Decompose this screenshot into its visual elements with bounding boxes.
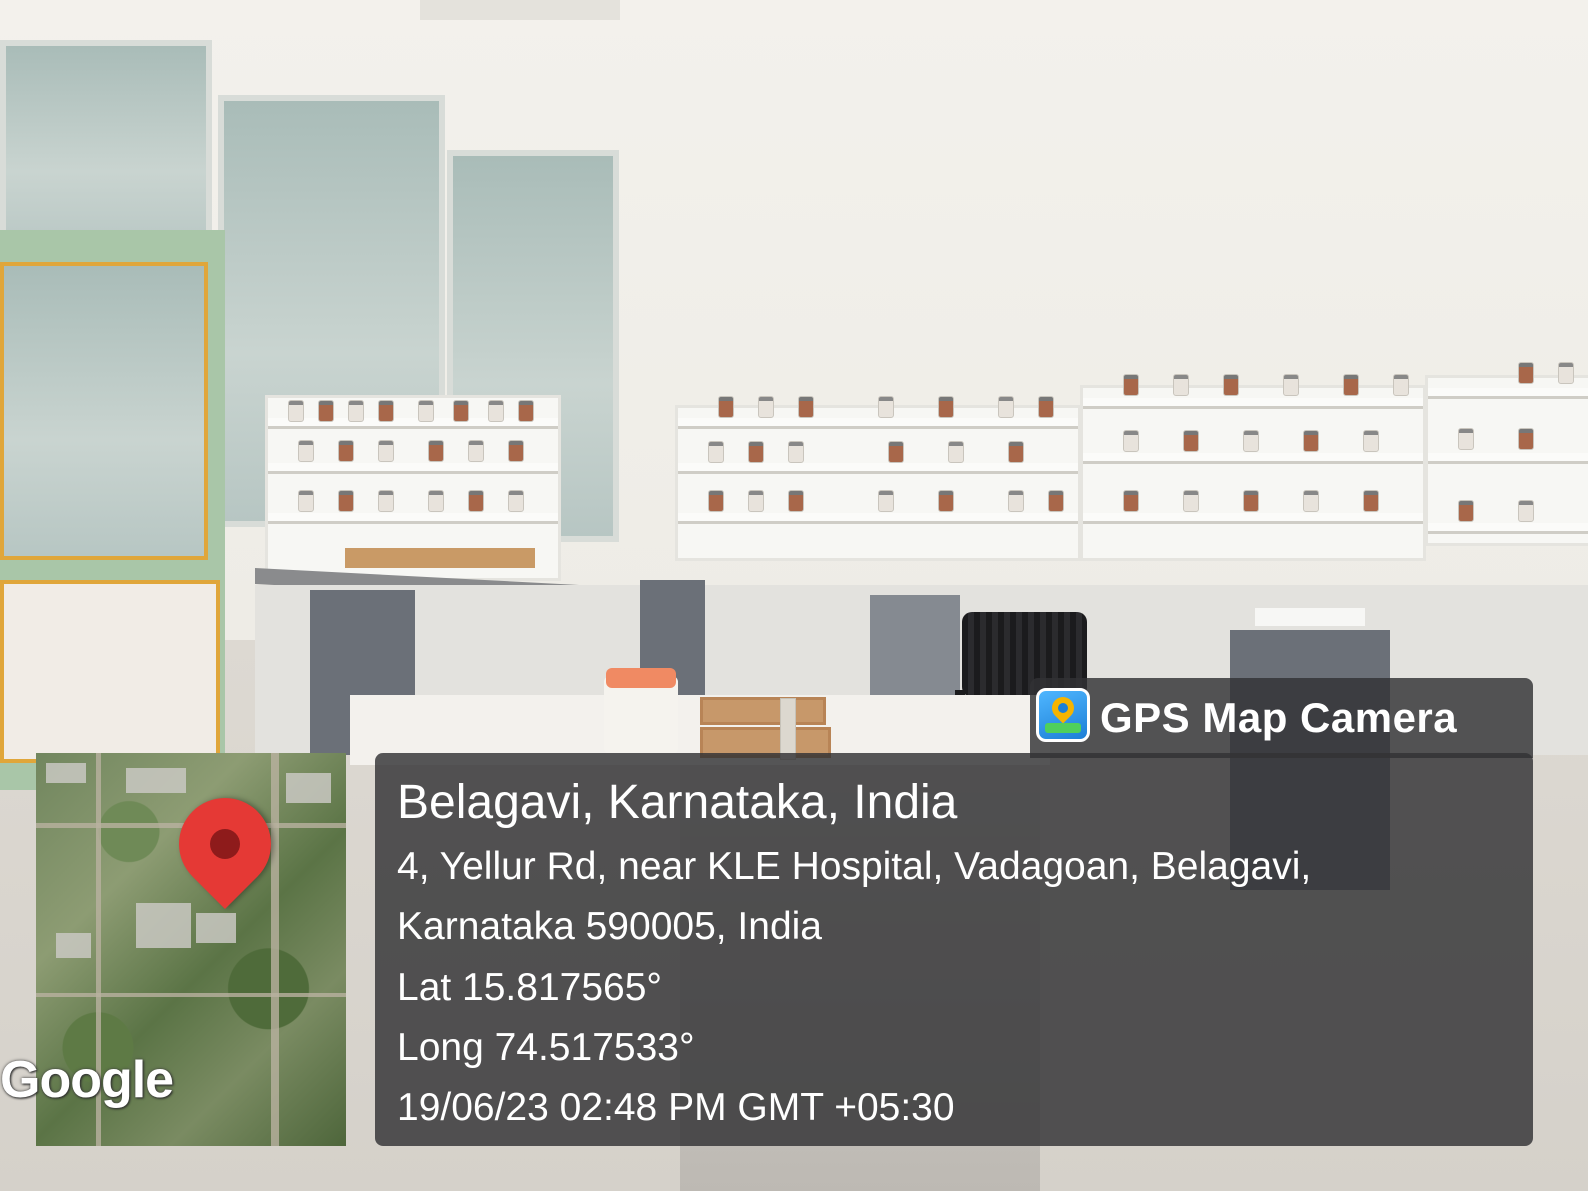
- google-logo: Google: [0, 1051, 174, 1109]
- wooden-tray-1: [700, 697, 826, 725]
- spice-shelf-back-2: [1080, 374, 1426, 561]
- spice-shelf-back-1: [675, 396, 1081, 561]
- wooden-box: [345, 548, 535, 568]
- notebook: [1255, 608, 1365, 626]
- ceiling-vent: [420, 0, 620, 20]
- glass-tube: [780, 698, 796, 760]
- door-glass: [0, 262, 208, 560]
- watermark-brand: GPS Map Camera: [1100, 694, 1458, 741]
- latitude: Lat 15.817565°: [397, 966, 663, 1009]
- address-line-2: Karnataka 590005, India: [397, 905, 823, 948]
- frosted-window-left: [0, 40, 212, 262]
- longitude: Long 74.517533°: [397, 1026, 695, 1069]
- location-title: Belagavi, Karnataka, India: [397, 776, 958, 829]
- door-lower-panel: [0, 580, 220, 763]
- tub-lid: [606, 668, 676, 688]
- gps-map-camera-icon: [1036, 688, 1090, 742]
- spice-shelf-back-3: [1425, 362, 1588, 546]
- timestamp: 19/06/23 02:48 PM GMT +05:30: [397, 1086, 955, 1129]
- address-line-1: 4, Yellur Rd, near KLE Hospital, Vadagoa…: [397, 845, 1312, 888]
